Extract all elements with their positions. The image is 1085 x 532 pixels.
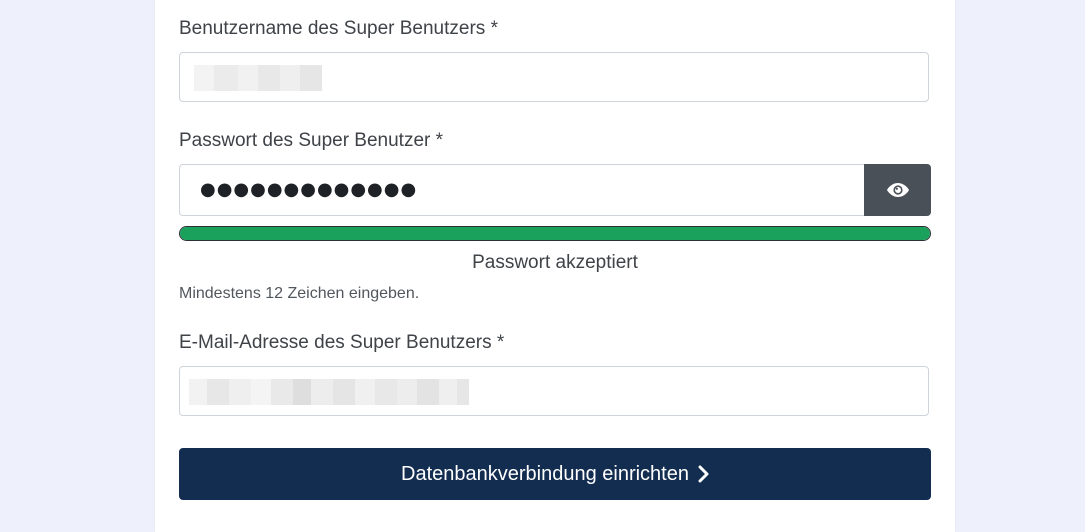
password-strength-fill: [180, 227, 930, 240]
email-label: E-Mail-Adresse des Super Benutzers *: [179, 332, 505, 353]
username-label: Benutzername des Super Benutzers *: [179, 18, 498, 39]
password-visibility-toggle[interactable]: [864, 164, 931, 216]
password-strength-meter: [179, 226, 931, 241]
redacted-email: [189, 379, 469, 405]
eye-icon: [886, 183, 909, 197]
password-hint: Mindestens 12 Zeichen eingeben.: [179, 285, 420, 302]
setup-database-connection-button[interactable]: Datenbankverbindung einrichten: [179, 448, 931, 500]
chevron-right-icon: [697, 465, 709, 483]
setup-form-card: Benutzername des Super Benutzers * Passw…: [155, 0, 955, 532]
password-input[interactable]: ●●●●●●●●●●●●●: [179, 164, 865, 216]
password-strength-text: Passwort akzeptiert: [472, 252, 638, 273]
password-label: Passwort des Super Benutzer *: [179, 130, 444, 151]
email-input[interactable]: [179, 366, 929, 416]
submit-button-label: Datenbankverbindung einrichten: [401, 462, 689, 485]
username-input[interactable]: [179, 52, 929, 102]
redacted-username: [194, 65, 322, 91]
